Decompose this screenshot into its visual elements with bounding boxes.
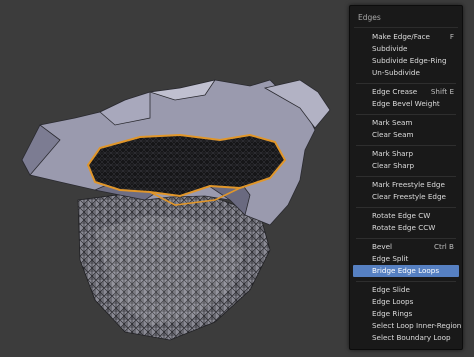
menu-item-label: Rotate Edge CCW: [372, 223, 436, 232]
menu-item-label: Edge Split: [372, 254, 409, 263]
menu-item-rotate-edge-cw[interactable]: Rotate Edge CW: [353, 210, 459, 222]
menu-item-shortcut: F: [449, 32, 454, 41]
menu-item-label: Select Boundary Loop: [372, 333, 451, 342]
menu-item-label: Edge Bevel Weight: [372, 99, 440, 108]
menu-separator: [356, 114, 456, 115]
menu-item-label: Clear Seam: [372, 130, 414, 139]
menu-separator: [356, 281, 456, 282]
menu-separator: [356, 145, 456, 146]
menu-item-label: Mark Seam: [372, 118, 413, 127]
menu-item-mark-seam[interactable]: Mark Seam: [353, 117, 459, 129]
menu-item-label: Bridge Edge Loops: [372, 266, 440, 275]
menu-item-label: Mark Freestyle Edge: [372, 180, 445, 189]
menu-item-label: Edge Loops: [372, 297, 414, 306]
menu-item-edge-split[interactable]: Edge Split: [353, 253, 459, 265]
menu-item-edge-bevel-weight[interactable]: Edge Bevel Weight: [353, 98, 459, 110]
lower-mesh: [77, 191, 271, 341]
menu-separator: [356, 176, 456, 177]
menu-item-label: Make Edge/Face: [372, 32, 430, 41]
menu-item-label: Select Loop Inner-Region: [372, 321, 462, 330]
menu-separator: [356, 207, 456, 208]
menu-item-select-boundary-loop[interactable]: Select Boundary Loop: [353, 332, 459, 344]
edges-context-menu: Edges Make Edge/Face F Subdivide Subdivid…: [349, 5, 463, 350]
menu-separator: [356, 83, 456, 84]
menu-item-bevel[interactable]: Bevel Ctrl B: [353, 241, 459, 253]
menu-title: Edges: [358, 13, 381, 22]
menu-item-label: Mark Sharp: [372, 149, 414, 158]
menu-item-label: Edge Crease: [372, 87, 418, 96]
menu-item-make-edge-face[interactable]: Make Edge/Face F: [353, 31, 459, 43]
menu-item-label: Subdivide: [372, 44, 408, 53]
menu-item-rotate-edge-ccw[interactable]: Rotate Edge CCW: [353, 222, 459, 234]
menu-item-mark-sharp[interactable]: Mark Sharp: [353, 148, 459, 160]
menu-item-mark-freestyle-edge[interactable]: Mark Freestyle Edge: [353, 179, 459, 191]
menu-item-clear-sharp[interactable]: Clear Sharp: [353, 160, 459, 172]
menu-item-clear-freestyle-edge[interactable]: Clear Freestyle Edge: [353, 191, 459, 203]
menu-item-shortcut: Shift E: [430, 87, 454, 96]
menu-item-edge-loops[interactable]: Edge Loops: [353, 296, 459, 308]
menu-item-un-subdivide[interactable]: Un-Subdivide: [353, 67, 459, 79]
menu-item-subdivide-edge-ring[interactable]: Subdivide Edge-Ring: [353, 55, 459, 67]
menu-item-label: Bevel: [372, 242, 393, 251]
menu-item-bridge-edge-loops[interactable]: Bridge Edge Loops: [353, 265, 459, 277]
menu-item-label: Edge Slide: [372, 285, 410, 294]
menu-item-label: Clear Freestyle Edge: [372, 192, 446, 201]
menu-item-label: Clear Sharp: [372, 161, 415, 170]
menu-item-label: Subdivide Edge-Ring: [372, 56, 447, 65]
menu-item-clear-seam[interactable]: Clear Seam: [353, 129, 459, 141]
menu-item-shortcut: Ctrl B: [433, 242, 454, 251]
menu-title-divider: [354, 27, 458, 28]
menu-item-label: Rotate Edge CW: [372, 211, 431, 220]
menu-item-edge-crease[interactable]: Edge Crease Shift E: [353, 86, 459, 98]
menu-item-edge-rings[interactable]: Edge Rings: [353, 308, 459, 320]
menu-item-edge-slide[interactable]: Edge Slide: [353, 284, 459, 296]
menu-item-label: Un-Subdivide: [372, 68, 420, 77]
menu-item-select-loop-inner-region[interactable]: Select Loop Inner-Region: [353, 320, 462, 332]
menu-item-label: Edge Rings: [372, 309, 413, 318]
menu-separator: [356, 238, 456, 239]
menu-item-subdivide[interactable]: Subdivide: [353, 43, 459, 55]
